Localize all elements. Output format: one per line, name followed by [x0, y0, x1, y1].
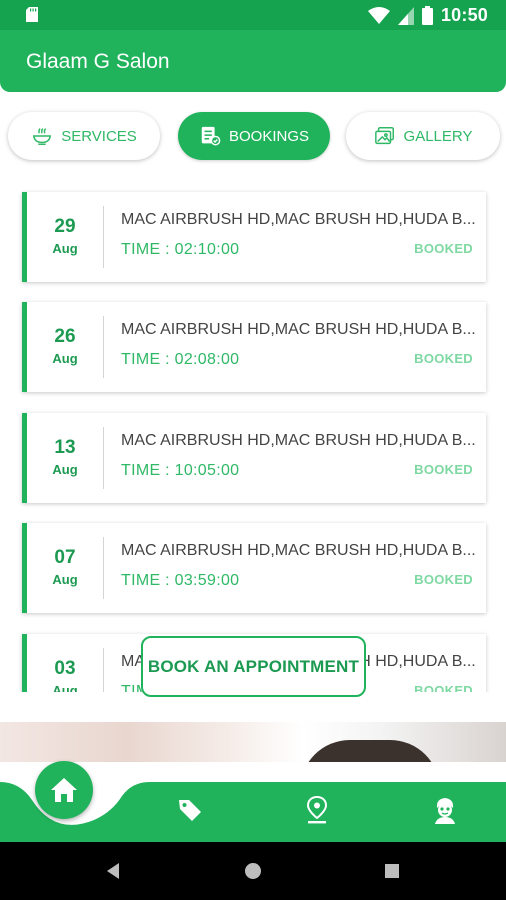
booking-date: 07 Aug	[27, 537, 104, 599]
app-title: Glaam G Salon	[26, 50, 170, 73]
booking-services: MAC AIRBRUSH HD,MAC BRUSH HD,HUDA B...	[121, 542, 476, 559]
wifi-icon	[367, 6, 390, 24]
booking-time: TIME : 10:05:00	[121, 462, 240, 479]
cell-signal-icon	[397, 6, 414, 25]
offers-nav-button[interactable]	[176, 796, 204, 824]
booking-month: Aug	[52, 462, 78, 477]
booking-time: TIME : 03:59:00	[121, 572, 240, 589]
booking-card[interactable]: 29 Aug MAC AIRBRUSH HD,MAC BRUSH HD,HUDA…	[22, 192, 486, 282]
booking-month: Aug	[52, 241, 78, 256]
app-bar: Glaam G Salon	[0, 30, 506, 92]
status-bar: 10:50	[0, 0, 506, 30]
booking-date: 26 Aug	[27, 316, 104, 378]
home-circle-icon[interactable]	[242, 860, 264, 882]
booking-services: MAC AIRBRUSH HD,MAC BRUSH HD,HUDA B...	[121, 321, 476, 338]
booking-month: Aug	[52, 351, 78, 366]
booking-day: 07	[54, 547, 76, 568]
tab-bookings-label: BOOKINGS	[228, 127, 310, 145]
home-button[interactable]	[35, 761, 93, 819]
sd-card-icon	[26, 7, 38, 22]
home-icon	[51, 778, 77, 802]
system-navigation-bar	[0, 842, 506, 900]
booking-card[interactable]: 26 Aug MAC AIRBRUSH HD,MAC BRUSH HD,HUDA…	[22, 302, 486, 392]
booking-time: TIME : 02:08:00	[121, 351, 240, 368]
profile-nav-button[interactable]	[431, 796, 459, 824]
booking-day: 13	[54, 437, 76, 458]
stylist-icon	[435, 798, 455, 824]
bowl-icon	[33, 128, 52, 145]
booking-services: MAC AIRBRUSH HD,MAC BRUSH HD,HUDA B...	[121, 211, 476, 228]
bookings-list[interactable]: 29 Aug MAC AIRBRUSH HD,MAC BRUSH HD,HUDA…	[0, 180, 506, 692]
tab-bookings[interactable]: BOOKINGS	[178, 112, 330, 160]
booking-date: 29 Aug	[27, 206, 104, 268]
booking-day: 03	[54, 658, 76, 679]
booking-date: 03 Aug	[27, 648, 104, 692]
location-pin-icon	[306, 796, 328, 824]
booking-time: TIME : 02:10:00	[121, 241, 240, 258]
booking-status: BOOKED	[414, 351, 473, 366]
tab-services-label: SERVICES	[61, 127, 137, 145]
booking-month: Aug	[52, 683, 78, 692]
tab-bar: SERVICES BOOKINGS GALLERY	[8, 112, 500, 160]
gallery-icon	[374, 127, 394, 145]
booking-status: BOOKED	[414, 683, 473, 692]
booking-month: Aug	[52, 572, 78, 587]
booking-day: 29	[54, 216, 76, 237]
location-nav-button[interactable]	[303, 796, 331, 824]
tag-icon	[179, 800, 201, 821]
booking-status: BOOKED	[414, 572, 473, 587]
tab-services[interactable]: SERVICES	[8, 112, 160, 160]
tab-gallery-label: GALLERY	[403, 127, 473, 145]
booking-list-icon	[201, 126, 221, 146]
booking-services: MAC AIRBRUSH HD,MAC BRUSH HD,HUDA B...	[121, 432, 476, 449]
booking-day: 26	[54, 326, 76, 347]
recents-icon[interactable]	[381, 860, 403, 882]
booking-card[interactable]: 13 Aug MAC AIRBRUSH HD,MAC BRUSH HD,HUDA…	[22, 413, 486, 503]
back-icon[interactable]	[103, 860, 125, 882]
booking-status: BOOKED	[414, 462, 473, 477]
booking-date: 13 Aug	[27, 427, 104, 489]
battery-icon	[421, 6, 433, 25]
book-appointment-button[interactable]: BOOK AN APPOINTMENT	[141, 636, 366, 697]
booking-status: BOOKED	[414, 241, 473, 256]
booking-card[interactable]: 07 Aug MAC AIRBRUSH HD,MAC BRUSH HD,HUDA…	[22, 523, 486, 613]
status-time: 10:50	[440, 5, 488, 25]
tab-gallery[interactable]: GALLERY	[346, 112, 500, 160]
